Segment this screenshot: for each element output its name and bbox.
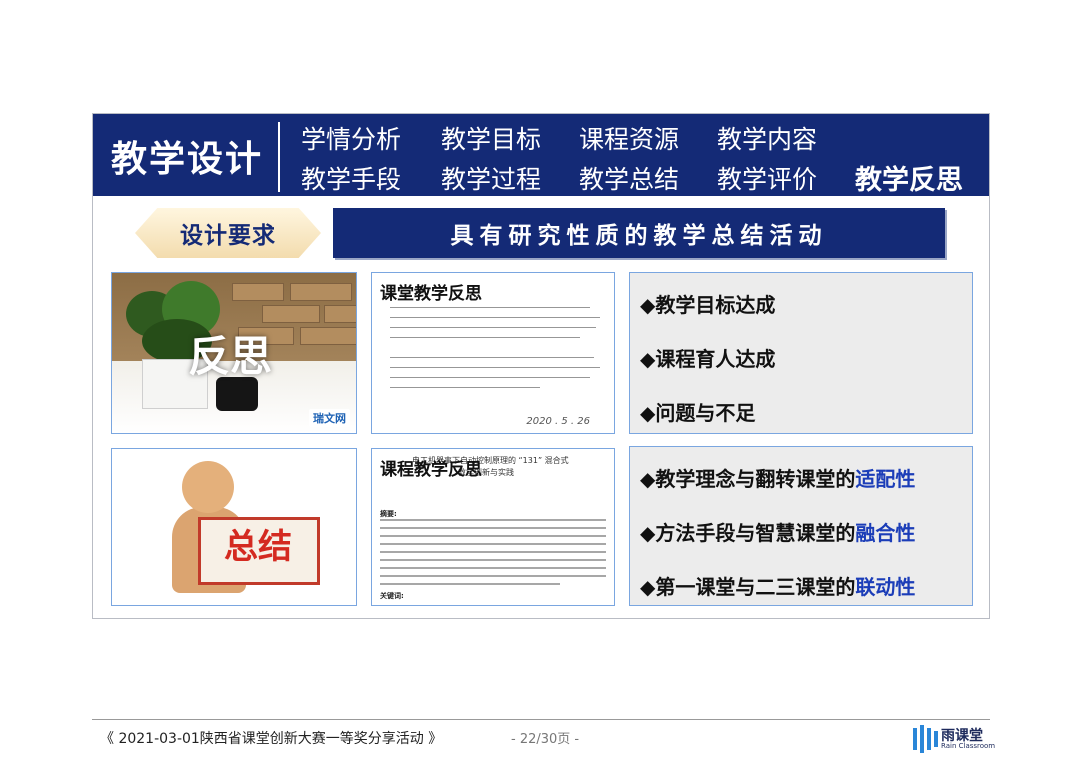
summary-point: ◆方法手段与智慧课堂的融合性	[640, 517, 915, 546]
handwriting-line	[390, 337, 580, 338]
text-line	[380, 543, 606, 545]
nav-item-student-analysis: 学情分析	[301, 125, 402, 154]
summary-banner: 具有研究性质的教学总结活动	[333, 208, 945, 258]
rain-classroom-logo: 雨课堂 Rain Classroom	[913, 725, 995, 753]
page-indicator: - 22/30页 -	[511, 732, 580, 747]
reflection-points-panel: ◆教学目标达成 ◆课程育人达成 ◆问题与不足	[629, 272, 973, 434]
brick	[290, 283, 352, 301]
brick	[262, 305, 320, 323]
nav-item-teaching-content: 教学内容	[717, 125, 818, 154]
summary-point-text: ◆第一课堂与二三课堂的	[640, 575, 856, 599]
reflection-point: ◆教学目标达成	[640, 293, 776, 317]
banner-text: 具有研究性质的教学总结活动	[450, 222, 828, 249]
handwriting-line	[390, 357, 594, 358]
summary-point: ◆第一课堂与二三课堂的联动性	[640, 571, 915, 600]
keywords-label: 关键词:	[380, 592, 404, 600]
handwritten-date: 2020 . 5 . 26	[526, 416, 590, 427]
footer-caption: 《 2021-03-01陕西省课堂创新大赛一等奖分享活动 》	[100, 731, 443, 747]
handwritten-reflection-doc: 课堂教学反思 2020 . 5 . 26	[371, 272, 615, 434]
handwriting-line	[390, 327, 596, 328]
summary-point-highlight: 适配性	[855, 467, 916, 491]
handwriting-line	[390, 377, 590, 378]
text-line	[380, 567, 606, 569]
summary-point: ◆教学理念与翻转课堂的适配性	[640, 463, 915, 492]
header-bar: 教学设计 学情分析 教学目标 课程资源 教学内容 教学手段 教学过程 教学总结 …	[93, 114, 989, 196]
text-line	[380, 519, 606, 521]
nav-item-teaching-goals: 教学目标	[441, 125, 542, 154]
text-line	[380, 559, 606, 561]
paper-reflection-doc: 电工机器事下自动控制原理的 “131” 混合式 教学创新与实践 课程教学反思 摘…	[371, 448, 615, 606]
handwriting-line	[390, 387, 540, 388]
watermark-logo: 瑞文网	[309, 409, 350, 427]
requirement-badge: 设计要求	[135, 208, 321, 258]
header-divider	[278, 122, 280, 192]
brick	[300, 327, 356, 345]
doc-title: 课堂教学反思	[380, 284, 482, 304]
footer-divider	[92, 719, 990, 720]
text-line	[380, 575, 606, 577]
text-line	[380, 535, 606, 537]
handwriting-line	[390, 317, 600, 318]
doc-title: 课程教学反思	[380, 460, 482, 480]
slide: 教学设计 学情分析 教学目标 课程资源 教学内容 教学手段 教学过程 教学总结 …	[92, 113, 990, 619]
brick	[232, 283, 284, 301]
nav-item-teaching-evaluation: 教学评价	[717, 165, 818, 194]
text-line	[380, 527, 606, 529]
brick	[324, 305, 356, 323]
handwriting-line	[390, 307, 590, 308]
summary-sign-text: 总结	[224, 527, 292, 567]
reflection-point: ◆问题与不足	[640, 401, 756, 425]
handwriting-line	[390, 367, 600, 368]
summary-point-highlight: 联动性	[855, 575, 916, 599]
summary-figure-image: 总结	[111, 448, 357, 606]
nav-item-teaching-methods: 教学手段	[301, 165, 402, 194]
summary-point-text: ◆方法手段与智慧课堂的	[640, 521, 856, 545]
nav-item-teaching-process: 教学过程	[441, 165, 542, 194]
text-line	[380, 551, 606, 553]
requirement-label: 设计要求	[180, 223, 276, 249]
text-line	[380, 583, 560, 585]
page-title: 教学设计	[111, 139, 264, 180]
figure-head	[182, 461, 234, 513]
summary-point-text: ◆教学理念与翻转课堂的	[640, 467, 856, 491]
reflection-photo: 反思 瑞文网	[111, 272, 357, 434]
logo-subtitle: Rain Classroom	[941, 742, 996, 750]
nav-item-teaching-summary: 教学总结	[579, 165, 680, 194]
nav-item-teaching-reflection: 教学反思	[855, 165, 963, 196]
summary-point-highlight: 融合性	[855, 521, 916, 545]
summary-points-panel: ◆教学理念与翻转课堂的适配性 ◆方法手段与智慧课堂的融合性 ◆第一课堂与二三课堂…	[629, 446, 973, 606]
reflection-photo-text: 反思	[188, 332, 273, 381]
abstract-label: 摘要:	[380, 510, 397, 518]
reflection-point: ◆课程育人达成	[640, 347, 776, 371]
nav-item-course-resources: 课程资源	[579, 125, 680, 154]
